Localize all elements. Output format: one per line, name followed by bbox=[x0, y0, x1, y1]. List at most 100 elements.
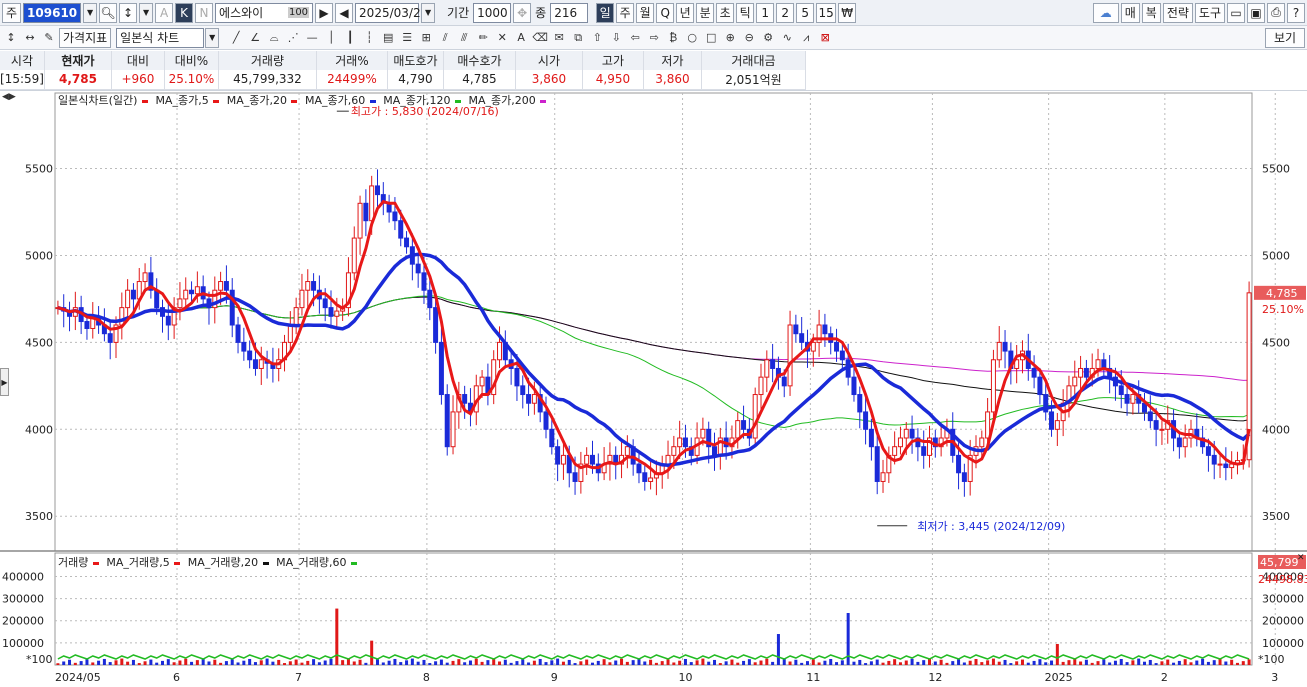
fan-tool-icon[interactable]: ⋰ bbox=[284, 28, 302, 48]
a-toggle-icon[interactable]: A bbox=[155, 2, 174, 23]
price-chart[interactable]: 3500 3500 4000 4000 4500 4500 5000 5000 5500 5500… bbox=[0, 91, 1307, 687]
chevron-down-icon[interactable]: ▼ bbox=[205, 27, 220, 48]
legend-item: MA_거래량,20 bbox=[187, 556, 259, 569]
volume-bar bbox=[405, 660, 409, 665]
date-input[interactable]: 2025/03/27 bbox=[355, 2, 428, 23]
volume-bar bbox=[1172, 662, 1176, 665]
calendar-dropdown-icon[interactable]: ▼ bbox=[421, 2, 436, 23]
arrow-right-icon[interactable]: ⇨ bbox=[645, 28, 663, 48]
play-forward-icon[interactable]: ▶ bbox=[315, 2, 334, 23]
gann-tool-icon[interactable]: ┆ bbox=[360, 28, 378, 48]
arrow-left-icon[interactable]: ⇦ bbox=[626, 28, 644, 48]
candle-body bbox=[125, 289, 131, 309]
folder-icon[interactable]: ▭ bbox=[1227, 2, 1245, 23]
price-tag-icon[interactable]: ₿ bbox=[664, 28, 682, 48]
interval-month[interactable]: 월 bbox=[636, 2, 655, 23]
wave-tool-icon[interactable]: ∿ bbox=[778, 28, 796, 48]
tool-button[interactable]: 도구 bbox=[1194, 2, 1225, 23]
interval-day[interactable]: 일 bbox=[596, 2, 615, 23]
close-volume-panel-icon: ✕ bbox=[1297, 553, 1305, 563]
restore-button[interactable]: 복 bbox=[1141, 2, 1161, 23]
zoom-out-icon[interactable]: ⊖ bbox=[740, 28, 758, 48]
arrow-down-icon[interactable]: ⇩ bbox=[607, 28, 625, 48]
line-tool-icon[interactable]: ╱ bbox=[227, 28, 245, 48]
channel-tool-icon[interactable]: ⫽ bbox=[436, 28, 454, 48]
vline-tool-icon[interactable]: │ bbox=[322, 28, 340, 48]
volume-bar bbox=[56, 663, 60, 665]
chart-type-select[interactable]: 일본식 차트 bbox=[116, 27, 205, 48]
arrow-up-down-icon[interactable]: ↕ bbox=[2, 28, 20, 48]
save-icon[interactable]: ▣ bbox=[1247, 2, 1265, 23]
stock-code-input[interactable]: 109610 bbox=[23, 2, 82, 23]
hline-tool-icon[interactable]: — bbox=[303, 28, 321, 48]
arrow-up-icon[interactable]: ⇧ bbox=[588, 28, 606, 48]
interval-quarter[interactable]: Q bbox=[656, 2, 675, 23]
print-icon[interactable]: ⎙ bbox=[1267, 2, 1285, 23]
legend-swatch bbox=[291, 99, 298, 103]
eraser-tool-icon[interactable]: ⌫ bbox=[531, 28, 549, 48]
interval-1[interactable]: 1 bbox=[756, 2, 775, 23]
interval-15[interactable]: 15 bbox=[816, 2, 837, 23]
chevron-down-icon[interactable]: ▼ bbox=[139, 2, 154, 23]
help-icon[interactable]: ? bbox=[1287, 2, 1305, 23]
period-input[interactable]: 1000 bbox=[473, 2, 512, 23]
zoom-in-icon[interactable]: ⊕ bbox=[721, 28, 739, 48]
cross-tool-icon[interactable]: ✕ bbox=[493, 28, 511, 48]
text-tool-icon[interactable]: A bbox=[512, 28, 530, 48]
delete-drawings-icon[interactable]: ⊠ bbox=[816, 28, 834, 48]
volume-bar bbox=[62, 661, 66, 665]
grid-tool-icon[interactable]: ▤ bbox=[379, 28, 397, 48]
side-panel-toggle-icon[interactable]: ▶ bbox=[0, 368, 9, 396]
interval-5[interactable]: 5 bbox=[796, 2, 815, 23]
n-toggle-icon[interactable]: N bbox=[195, 2, 214, 23]
market-select[interactable]: 주 bbox=[2, 2, 22, 23]
sort-icon[interactable]: ↕ bbox=[119, 2, 138, 23]
rectangle-tool-icon[interactable]: □ bbox=[702, 28, 720, 48]
view-button[interactable]: 보기 bbox=[1265, 27, 1305, 48]
cycle-tool-icon[interactable]: ┃ bbox=[341, 28, 359, 48]
interval-year[interactable]: 년 bbox=[676, 2, 695, 23]
circle-tool-icon[interactable]: ○ bbox=[683, 28, 701, 48]
move-icon[interactable]: ✥ bbox=[513, 2, 532, 23]
bars-tool-icon[interactable]: ⊞ bbox=[417, 28, 435, 48]
edit-icon[interactable]: ✎ bbox=[40, 28, 58, 48]
angle-tool-icon[interactable]: ∠ bbox=[246, 28, 264, 48]
currency-icon[interactable]: ₩ bbox=[838, 2, 857, 23]
interval-2[interactable]: 2 bbox=[776, 2, 795, 23]
volume-bar bbox=[102, 658, 106, 665]
candle-body bbox=[1031, 367, 1037, 378]
fibo-tool-icon[interactable]: ☰ bbox=[398, 28, 416, 48]
candle-body bbox=[433, 307, 439, 343]
copy-tool-icon[interactable]: ⧉ bbox=[569, 28, 587, 48]
parallel-tool-icon[interactable]: ⫻ bbox=[455, 28, 473, 48]
volume-bar bbox=[1015, 661, 1019, 665]
settings-icon[interactable]: ⚙ bbox=[759, 28, 777, 48]
chevron-down-icon[interactable]: ▼ bbox=[83, 2, 98, 23]
volume-bar bbox=[474, 658, 478, 665]
volume-bar bbox=[596, 660, 600, 665]
arc-tool-icon[interactable]: ⌓ bbox=[265, 28, 283, 48]
count-input[interactable]: 216 bbox=[550, 2, 589, 23]
volume-bar bbox=[910, 658, 914, 665]
buy-button[interactable]: 매 bbox=[1120, 2, 1140, 23]
pencil-tool-icon[interactable]: ✏ bbox=[474, 28, 492, 48]
scroll-arrows-icon[interactable]: ◀▶ bbox=[2, 92, 16, 102]
zigzag-tool-icon[interactable]: ⩘ bbox=[797, 28, 815, 48]
cloud-icon[interactable]: ☁ bbox=[1092, 2, 1119, 23]
indicator-button[interactable]: 가격지표 bbox=[59, 27, 112, 48]
volume-bar bbox=[1235, 662, 1239, 665]
interval-second[interactable]: 초 bbox=[716, 2, 735, 23]
k-toggle-icon[interactable]: K bbox=[175, 2, 194, 23]
legend-swatch bbox=[141, 99, 148, 103]
interval-minute[interactable]: 분 bbox=[696, 2, 715, 23]
candle-body bbox=[165, 315, 171, 326]
stock-name-field[interactable]: 에스와이 100 bbox=[215, 2, 314, 23]
play-back-icon[interactable]: ◀ bbox=[335, 2, 354, 23]
note-tool-icon[interactable]: ✉ bbox=[550, 28, 568, 48]
strategy-button[interactable]: 전략 bbox=[1162, 2, 1193, 23]
interval-tick[interactable]: 틱 bbox=[736, 2, 755, 23]
arrow-left-right-icon[interactable]: ↔ bbox=[21, 28, 39, 48]
interval-week[interactable]: 주 bbox=[616, 2, 635, 23]
search-icon[interactable]: 🔍︎ bbox=[99, 2, 118, 23]
volume-bar bbox=[811, 659, 815, 665]
